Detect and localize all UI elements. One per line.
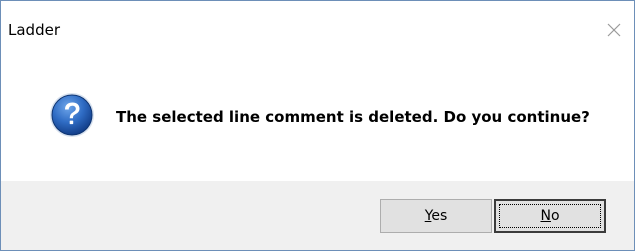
close-button[interactable] (594, 15, 634, 45)
yes-button-label: Yes (424, 208, 448, 224)
yes-button[interactable]: Yes (380, 199, 492, 233)
window-title: Ladder (8, 21, 60, 39)
question-icon (50, 93, 94, 137)
title-bar: Ladder (1, 1, 634, 45)
dialog-message: The selected line comment is deleted. Do… (116, 108, 590, 126)
no-button[interactable]: No (494, 199, 606, 233)
dialog-content: The selected line comment is deleted. Do… (1, 45, 634, 181)
close-icon (607, 23, 621, 37)
no-button-label: No (540, 208, 560, 224)
